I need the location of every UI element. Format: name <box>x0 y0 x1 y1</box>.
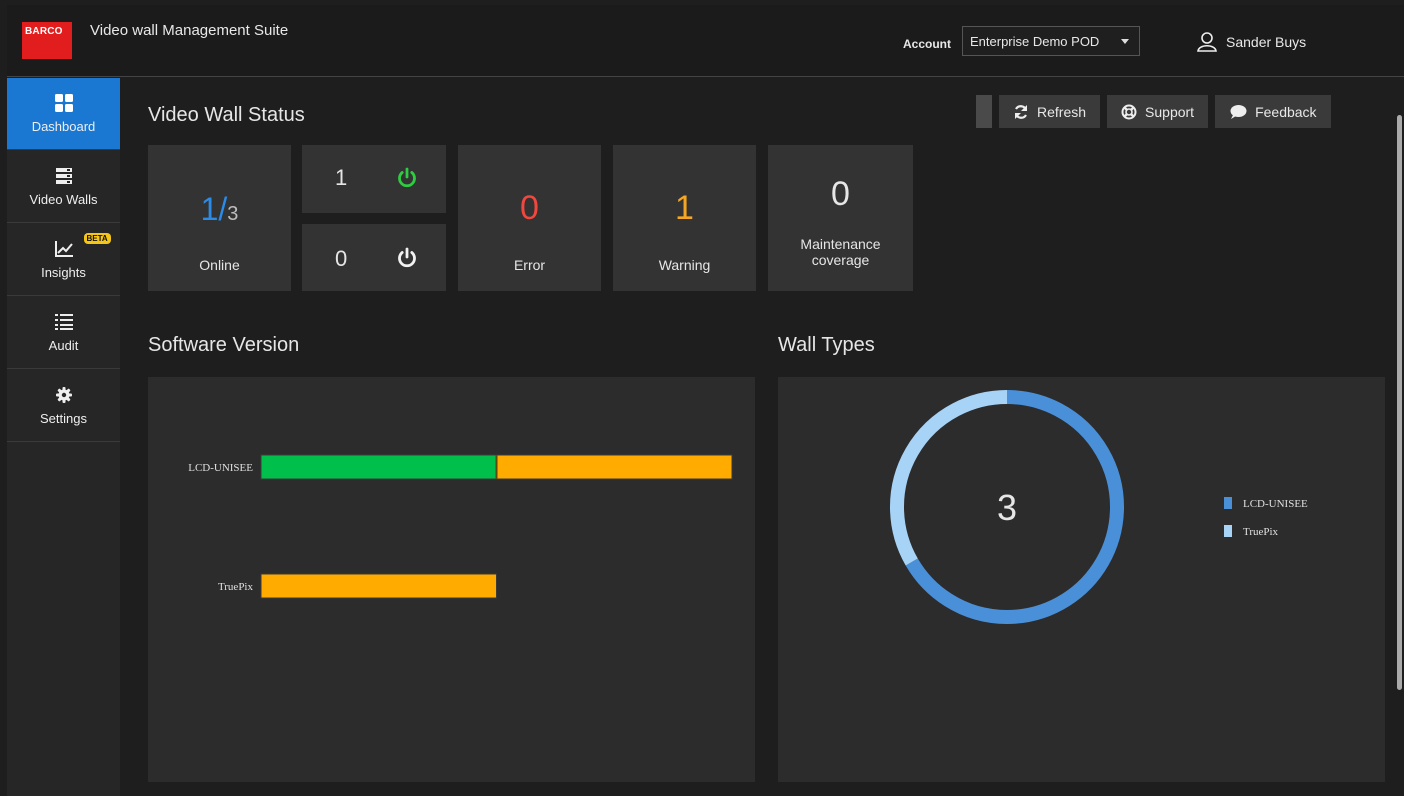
power-on-icon <box>398 167 416 188</box>
sidebar-item-insights[interactable]: BETA Insights <box>7 224 120 296</box>
toolbar-handle <box>976 95 992 128</box>
walltypes-chart-panel: 3 LCD-UNISEE TruePix <box>778 377 1385 782</box>
app-title: Video wall Management Suite <box>90 22 289 39</box>
walltypes-section-title: Wall Types <box>778 334 875 356</box>
scrollbar[interactable] <box>1397 115 1402 690</box>
online-label: Online <box>199 257 240 273</box>
sidebar-item-audit[interactable]: Audit <box>7 297 120 369</box>
software-section-title: Software Version <box>148 334 300 356</box>
legend-label: TruePix <box>1243 526 1279 538</box>
sidebar-item-label: Insights <box>41 265 86 280</box>
bar-category-label: TruePix <box>218 581 254 593</box>
online-total: 3 <box>227 203 239 225</box>
comment-icon <box>1230 104 1247 119</box>
chart-line-icon: BETA <box>54 233 111 259</box>
bar-segment <box>496 455 732 479</box>
sidebar-item-label: Audit <box>48 338 79 353</box>
maintenance-value: 0 <box>831 175 850 213</box>
sidebar-item-settings[interactable]: Settings <box>7 370 120 442</box>
power-off-icon <box>398 247 416 268</box>
software-chart-panel: LCD-UNISEE TruePix <box>148 377 755 782</box>
bar-segment <box>261 455 497 479</box>
donut-slice <box>890 390 1008 566</box>
caret-down-icon <box>1121 39 1129 44</box>
account-value: Enterprise Demo POD <box>970 34 1100 49</box>
gear-icon <box>55 385 72 405</box>
powered-on-count: 1 <box>335 165 348 190</box>
status-section-title: Video Wall Status <box>148 104 305 126</box>
account-select[interactable]: Enterprise Demo POD <box>962 26 1140 56</box>
wall-types-chart: 3 LCD-UNISEE TruePix <box>890 390 1308 624</box>
sidebar-item-label: Dashboard <box>31 119 96 134</box>
feedback-label: Feedback <box>1255 103 1317 120</box>
maintenance-card[interactable]: 0 Maintenance coverage <box>768 145 913 291</box>
support-button[interactable]: Support <box>1107 95 1209 128</box>
software-version-chart: LCD-UNISEE TruePix <box>188 454 733 599</box>
sidebar-item-video-walls[interactable]: Video Walls <box>7 151 120 223</box>
error-card[interactable]: 0 Error <box>458 145 601 291</box>
server-icon <box>55 166 73 186</box>
beta-badge: BETA <box>83 233 111 244</box>
legend-swatch <box>1224 525 1232 537</box>
legend-swatch <box>1224 497 1232 509</box>
user-icon <box>1197 32 1217 52</box>
action-toolbar: Refresh Support Feedback <box>976 95 1331 128</box>
refresh-button[interactable]: Refresh <box>999 95 1101 128</box>
lifebuoy-icon <box>1121 104 1137 119</box>
powered-off-count: 0 <box>335 246 348 271</box>
powered-off-card[interactable]: 0 <box>302 224 446 291</box>
online-separator: / <box>218 191 228 227</box>
main-content: Video Wall Status Refresh Support Feedba… <box>120 78 1404 796</box>
online-count: 1 <box>200 191 219 227</box>
maintenance-label: Maintenance coverage <box>800 236 881 268</box>
sidebar-item-dashboard[interactable]: Dashboard <box>7 78 120 150</box>
bar-segment <box>261 574 497 598</box>
list-icon <box>54 312 73 332</box>
grid-icon <box>54 93 73 113</box>
error-value: 0 <box>520 189 539 227</box>
top-bar: BARCO Video wall Management Suite Accoun… <box>7 5 1404 77</box>
sidebar-item-label: Settings <box>40 411 87 426</box>
barco-logo[interactable]: BARCO <box>22 22 72 59</box>
user-name: Sander Buys <box>1226 34 1307 50</box>
online-card[interactable]: 1/3 Online <box>148 145 291 291</box>
feedback-button[interactable]: Feedback <box>1215 95 1331 128</box>
sidebar-item-label: Video Walls <box>29 192 98 207</box>
warning-value: 1 <box>675 189 694 227</box>
bar-category-label: LCD-UNISEE <box>188 462 253 474</box>
user-menu[interactable]: Sander Buys <box>1196 27 1306 57</box>
error-label: Error <box>513 257 546 273</box>
logo-text: BARCO <box>25 26 63 37</box>
online-ratio: 1/3 <box>148 191 291 228</box>
support-label: Support <box>1145 103 1195 120</box>
account-label: Account <box>903 37 951 51</box>
warning-label: Warning <box>658 257 711 273</box>
refresh-icon <box>1014 104 1028 119</box>
donut-total: 3 <box>997 487 1017 528</box>
powered-on-card[interactable]: 1 <box>302 145 446 213</box>
warning-card[interactable]: 1 Warning <box>613 145 756 291</box>
refresh-label: Refresh <box>1037 103 1087 120</box>
sidebar: Dashboard Video Walls BETA Insights Audi… <box>7 78 120 796</box>
legend-label: LCD-UNISEE <box>1243 498 1308 510</box>
